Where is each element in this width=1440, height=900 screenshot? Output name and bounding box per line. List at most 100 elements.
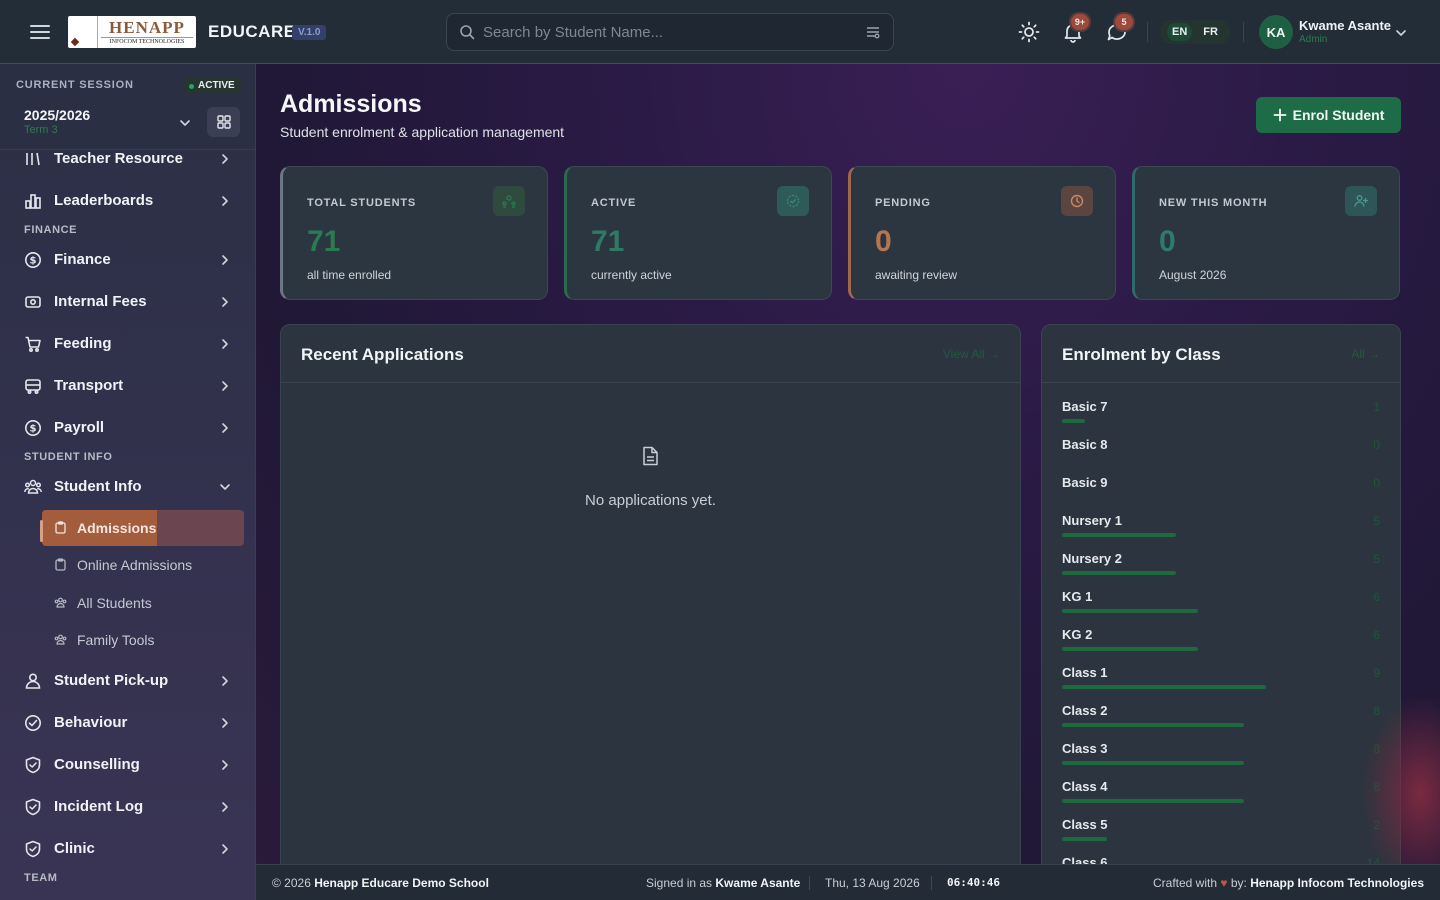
stat-note: awaiting review (875, 268, 958, 282)
svg-text:$: $ (30, 424, 37, 435)
view-all-link[interactable]: View All → (943, 347, 1000, 361)
class-enrolment-bar (1062, 419, 1085, 423)
sidebar-item-payroll[interactable]: $ Payroll (0, 408, 255, 448)
stat-label: NEW THIS MONTH (1159, 197, 1268, 209)
class-count: 5 (1373, 552, 1380, 566)
sidebar-subitem-family-tools[interactable]: Family Tools (42, 622, 244, 658)
sidebar-item-counselling[interactable]: Counselling (0, 745, 255, 785)
sidebar-item-transport[interactable]: Transport (0, 366, 255, 406)
class-count: 6 (1373, 590, 1380, 604)
sidebar-item-clinic[interactable]: Clinic (0, 829, 255, 869)
chevron-right-icon (222, 844, 228, 854)
sidebar-subitem-label: Online Admissions (77, 557, 193, 573)
chevron-right-icon (222, 718, 228, 728)
shield-check-icon (25, 798, 41, 816)
sidebar-item-incident-log[interactable]: Incident Log (0, 787, 255, 827)
sidebar-item-student-pickup[interactable]: Student Pick-up (0, 661, 255, 701)
app-grid-button[interactable] (207, 107, 240, 137)
sidebar-subitem-label: Family Tools (77, 632, 155, 648)
chevron-down-icon[interactable] (1394, 26, 1408, 40)
sidebar-item-leaderboards[interactable]: Leaderboards (0, 181, 255, 221)
grid-icon (216, 115, 231, 129)
divider (931, 876, 932, 890)
session-label: CURRENT SESSION (16, 79, 134, 91)
stat-card-total-students: TOTAL STUDENTS 71 all time enrolled (280, 166, 548, 300)
search-box (446, 13, 894, 51)
class-name: Class 1 (1062, 665, 1108, 680)
class-row: Class 4 8 (1062, 779, 1380, 817)
theme-sun-icon[interactable] (1017, 20, 1041, 44)
menu-icon[interactable] (28, 22, 52, 42)
class-count: 8 (1373, 742, 1380, 756)
footer-clock: 06:40:46 (947, 876, 1000, 889)
stat-label: ACTIVE (591, 197, 637, 209)
class-enrolment-bar (1062, 533, 1176, 537)
svg-text:$: $ (30, 256, 37, 267)
panel-title: Recent Applications (301, 345, 464, 364)
class-name: Basic 8 (1062, 437, 1108, 452)
class-count: 0 (1373, 476, 1380, 490)
search-input[interactable] (483, 14, 853, 50)
user-plus-icon (1354, 195, 1368, 207)
dollar-icon: $ (25, 420, 41, 436)
sidebar-subitem-admissions[interactable]: Admissions (40, 510, 244, 546)
session-year[interactable]: 2025/2026 (24, 107, 90, 123)
sidebar-subitem-all-students[interactable]: All Students (42, 585, 244, 621)
shield-check-icon (25, 840, 41, 858)
sidebar-item-internal-fees[interactable]: Internal Fees (0, 282, 255, 322)
sidebar-item-label: Behaviour (54, 714, 128, 731)
avatar[interactable]: KA (1259, 15, 1293, 49)
sidebar-item-label: Counselling (54, 756, 140, 773)
chevron-right-icon (222, 381, 228, 391)
users-icon (502, 195, 516, 208)
panel-title: Enrolment by Class (1062, 345, 1221, 364)
divider (1147, 22, 1148, 42)
heart-icon: ♥ (1220, 876, 1228, 890)
stat-value: 0 (1159, 225, 1176, 258)
messages-button[interactable]: 5 (1105, 14, 1133, 44)
class-row: Nursery 1 5 (1062, 513, 1380, 551)
filter-icon[interactable] (865, 24, 881, 40)
chevron-down-icon[interactable] (178, 116, 192, 130)
user-name[interactable]: Kwame Asante (1299, 18, 1391, 33)
sidebar-item-label: Student Info (54, 478, 142, 495)
clipboard-icon (55, 558, 66, 571)
shield-check-icon (25, 756, 41, 774)
lang-fr-button[interactable]: FR (1198, 23, 1223, 41)
plus-icon (1273, 108, 1287, 122)
sidebar-item-label: Finance (54, 251, 111, 268)
class-count: 1 (1373, 400, 1380, 414)
class-enrolment-bar (1062, 647, 1199, 651)
sidebar-subitem-online-admissions[interactable]: Online Admissions (42, 547, 244, 583)
class-enrolment-bar (1062, 685, 1267, 689)
sidebar-item-behaviour[interactable]: Behaviour (0, 703, 255, 743)
sidebar-item-label: Clinic (54, 840, 95, 857)
logo-mark (68, 16, 98, 48)
footer-school: Henapp Educare Demo School (314, 876, 489, 890)
notifications-button[interactable]: 9+ (1061, 14, 1089, 44)
stat-card-active: ACTIVE 71 currently active (564, 166, 832, 300)
stat-card-pending: PENDING 0 awaiting review (848, 166, 1116, 300)
class-name: Nursery 1 (1062, 513, 1122, 528)
clock-icon (1070, 194, 1084, 208)
chevron-right-icon (222, 676, 228, 686)
sidebar-item-student-info[interactable]: Student Info (0, 467, 255, 507)
class-name: Class 6 (1062, 855, 1108, 864)
enrol-student-button[interactable]: Enrol Student (1256, 97, 1401, 133)
sidebar-item-feeding[interactable]: Feeding (0, 324, 255, 364)
class-count: 0 (1373, 438, 1380, 452)
document-icon (643, 446, 658, 466)
all-classes-link[interactable]: All → (1351, 347, 1380, 361)
clipboard-icon (55, 521, 66, 534)
stat-label: TOTAL STUDENTS (307, 197, 416, 209)
footer-credit: Crafted with ♥ by: Henapp Infocom Techno… (1153, 876, 1424, 890)
sidebar-item-finance[interactable]: $ Finance (0, 240, 255, 280)
logo: HENAPP INFOCOM TECHNOLOGIES (68, 16, 196, 48)
class-row: Class 5 2 (1062, 817, 1380, 855)
class-name: Nursery 2 (1062, 551, 1122, 566)
lang-en-button[interactable]: EN (1167, 23, 1193, 41)
class-count: 2 (1373, 818, 1380, 832)
class-enrolment-bar (1062, 723, 1244, 727)
status-badge: ACTIVE (184, 78, 241, 93)
class-row: Class 1 9 (1062, 665, 1380, 703)
